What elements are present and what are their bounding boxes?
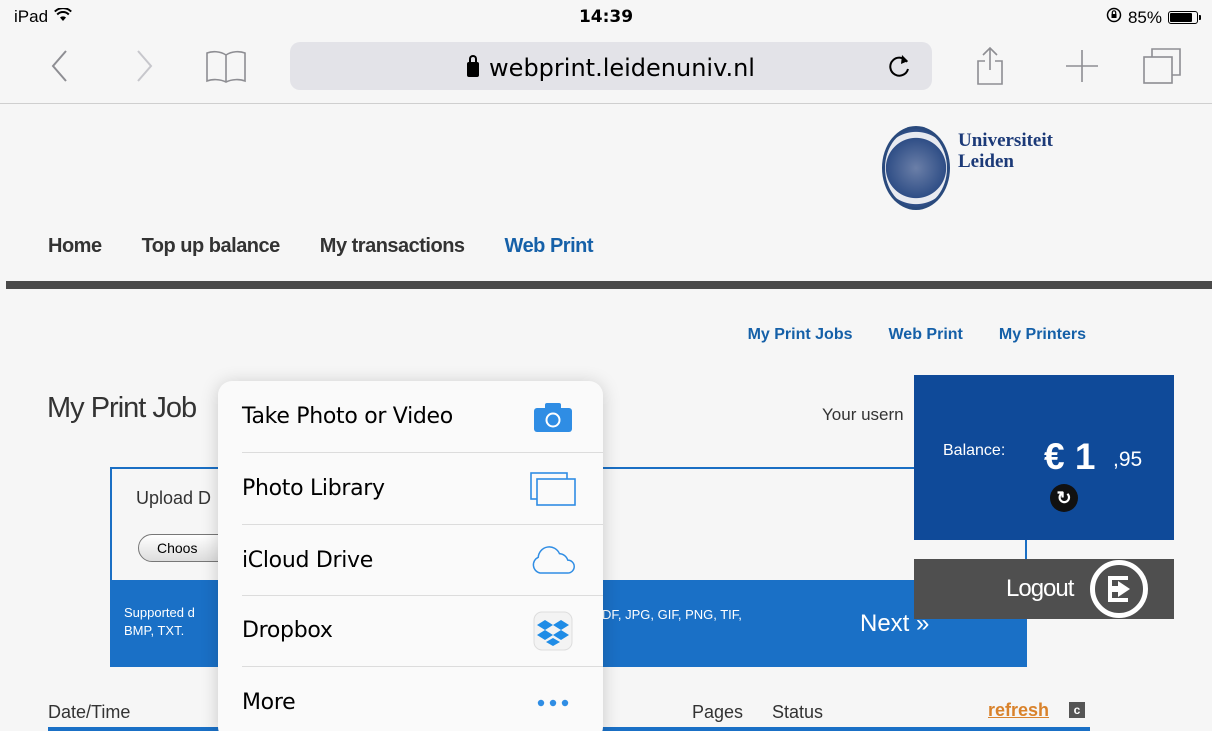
url-text: webprint.leidenuniv.nl	[489, 54, 755, 82]
share-button[interactable]	[968, 44, 1012, 88]
menu-item-photo-library[interactable]: Photo Library	[218, 453, 603, 524]
battery-percent: 85%	[1127, 7, 1162, 27]
forward-button[interactable]	[122, 44, 166, 88]
supported-formats-list: DF, JPG, GIF, PNG, TIF,	[602, 607, 742, 622]
menu-item-label: Dropbox	[242, 618, 333, 643]
status-bar: iPad 14:39 85%	[0, 0, 1212, 32]
new-tab-button[interactable]	[1060, 44, 1104, 88]
subnav-web-print[interactable]: Web Print	[888, 326, 962, 344]
menu-item-label: Take Photo or Video	[242, 404, 453, 429]
refresh-balance-icon[interactable]: ↻	[1050, 484, 1078, 512]
bookmarks-button[interactable]	[204, 44, 248, 88]
menu-item-icloud-drive[interactable]: iCloud Drive	[218, 525, 603, 596]
menu-item-label: More	[242, 690, 296, 715]
nav-divider	[6, 281, 1212, 289]
main-nav: Home Top up balance My transactions Web …	[48, 235, 594, 258]
battery-icon	[1168, 11, 1201, 24]
tabs-button[interactable]	[1140, 44, 1184, 88]
logo-line-2: Leiden	[958, 151, 1014, 172]
clock: 14:39	[578, 7, 634, 27]
menu-item-label: Photo Library	[242, 476, 385, 501]
balance-label: Balance:	[943, 442, 1006, 459]
university-seal-icon	[882, 126, 950, 210]
refresh-icon[interactable]: c	[1069, 702, 1085, 718]
orientation-lock-icon	[1106, 7, 1122, 28]
menu-item-take-photo[interactable]: Take Photo or Video	[218, 381, 603, 452]
logo-line-1: Universiteit	[958, 130, 1053, 151]
balance-cents: ,95	[1113, 448, 1143, 471]
logout-label[interactable]: Logout	[1006, 575, 1074, 603]
sub-nav: My Print Jobs Web Print My Printers	[748, 326, 1086, 344]
nav-home[interactable]: Home	[48, 235, 102, 258]
refresh-link[interactable]: refresh	[988, 700, 1049, 721]
menu-item-more[interactable]: More	[218, 667, 603, 731]
icloud-icon	[529, 543, 577, 579]
logout-icon[interactable]	[1090, 560, 1148, 618]
reload-icon[interactable]	[886, 52, 912, 85]
supported-text: Supported d BMP, TXT.	[124, 605, 195, 638]
column-status: Status	[772, 702, 824, 722]
page-title: My Print Job	[47, 392, 197, 424]
subnav-my-printers[interactable]: My Printers	[999, 326, 1086, 344]
lock-icon	[467, 55, 480, 77]
upload-label: Upload D	[136, 488, 212, 508]
nav-web-print[interactable]: Web Print	[505, 235, 594, 258]
subnav-my-print-jobs[interactable]: My Print Jobs	[748, 326, 853, 344]
column-pages: Pages	[692, 702, 744, 722]
photo-library-icon	[529, 471, 577, 507]
back-button[interactable]	[38, 44, 82, 88]
dropbox-icon	[529, 611, 577, 651]
username-label: Your usern	[822, 405, 904, 424]
menu-item-dropbox[interactable]: Dropbox	[218, 595, 603, 666]
university-logo[interactable]: Universiteit Leiden	[882, 126, 1053, 210]
address-bar[interactable]: webprint.leidenuniv.nl	[290, 42, 932, 90]
camera-icon	[529, 399, 577, 435]
column-datetime: Date/Time	[48, 702, 131, 722]
more-icon	[529, 685, 577, 721]
nav-my-transactions[interactable]: My transactions	[320, 235, 465, 258]
browser-toolbar: webprint.leidenuniv.nl	[0, 32, 1212, 104]
balance-amount: € 1	[1044, 436, 1096, 477]
nav-top-up-balance[interactable]: Top up balance	[142, 235, 281, 258]
menu-item-label: iCloud Drive	[242, 548, 373, 573]
file-source-popover: Take Photo or Video Photo Library iCloud…	[218, 381, 603, 731]
